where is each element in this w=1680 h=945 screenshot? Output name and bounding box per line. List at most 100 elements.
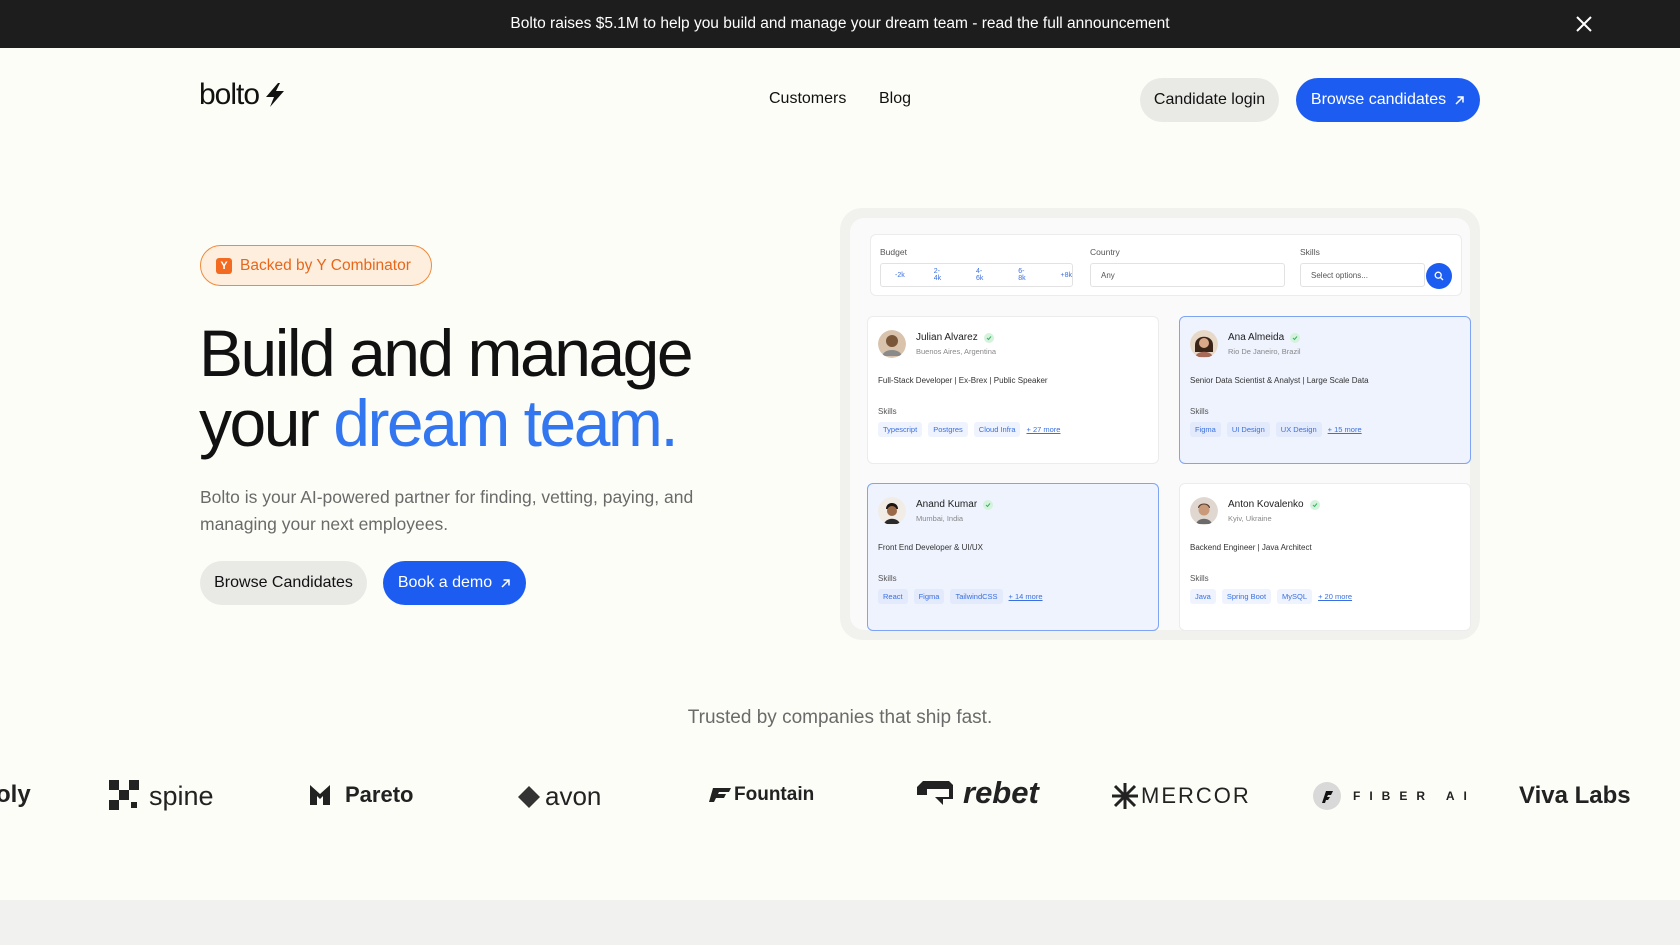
more-skills-link[interactable]: + 14 more [1009, 592, 1043, 601]
customer-logo-name: avon [545, 781, 602, 811]
candidate-name-row: Julian Alvarez [916, 332, 994, 343]
budget-option[interactable]: 2-4k [934, 268, 947, 282]
mockup-panel: Budget -2k 2-4k 4-6k 6-8k +8k Country An… [850, 218, 1471, 631]
customer-logo-oly: oly [0, 781, 31, 809]
candidate-name-row: Anand Kumar [916, 499, 994, 510]
hero-heading: Build and manage your dream team. [199, 316, 694, 458]
customer-logo-avon: avon [517, 781, 601, 812]
more-skills-link[interactable]: + 20 more [1318, 592, 1352, 601]
skill-tags: Java Spring Boot MySQL + 20 more [1190, 589, 1352, 604]
announcement-text[interactable]: Bolto raises $5.1M to help you build and… [510, 15, 1169, 33]
hero-heading-line1: Build and manage [199, 316, 694, 390]
customer-logo-viva-labs: Viva Labs [1519, 782, 1631, 810]
yc-badge[interactable]: Y Backed by Y Combinator [200, 245, 432, 286]
avon-logo-icon [518, 785, 540, 808]
customer-logo-fiber-ai: FIBER AI [1313, 782, 1476, 810]
customer-logo-fountain: Fountain [709, 784, 814, 806]
hero-heading-accent: dream team. [333, 386, 678, 460]
candidate-card[interactable]: Anton Kovalenko Kyiv, Ukraine Backend En… [1179, 483, 1471, 631]
budget-option[interactable]: 4-6k [976, 268, 989, 282]
candidate-name: Julian Alvarez [916, 332, 978, 343]
candidate-location: Rio De Janeiro, Brazil [1228, 347, 1301, 356]
search-button[interactable] [1426, 263, 1452, 289]
candidate-role: Senior Data Scientist & Analyst | Large … [1190, 376, 1369, 385]
customer-logo-mercor: MERCOR [1111, 782, 1251, 810]
candidate-name-row: Ana Almeida [1228, 332, 1301, 343]
skills-label: Skills [1190, 407, 1209, 416]
skill-tag: Postgres [928, 422, 968, 437]
verified-check-icon [983, 499, 994, 510]
customer-logo-name: Viva Labs [1519, 782, 1631, 809]
fountain-logo-icon [709, 788, 731, 802]
budget-option[interactable]: +8k [1061, 272, 1072, 279]
logo-wordmark: bolto [199, 78, 260, 111]
budget-option[interactable]: -2k [895, 272, 905, 279]
customer-logo-name: MERCOR [1141, 783, 1251, 808]
nav-blog[interactable]: Blog [879, 90, 911, 108]
candidate-name: Ana Almeida [1228, 332, 1285, 343]
candidate-role: Backend Engineer | Java Architect [1190, 543, 1312, 552]
customer-logo-name: FIBER AI [1353, 789, 1476, 803]
skills-select[interactable]: Select options... [1300, 263, 1425, 287]
skill-tag: TailwindCSS [950, 589, 1003, 604]
candidate-name: Anand Kumar [916, 499, 978, 510]
candidate-role: Full-Stack Developer | Ex-Brex | Public … [878, 376, 1048, 385]
mercor-logo-icon [1112, 783, 1138, 809]
yc-badge-label: Backed by Y Combinator [240, 256, 411, 274]
skill-tag: Figma [1190, 422, 1221, 437]
nav-customers[interactable]: Customers [769, 90, 846, 108]
candidate-card[interactable]: Ana Almeida Rio De Janeiro, Brazil Senio… [1179, 316, 1471, 464]
search-icon [1434, 271, 1444, 281]
skill-tags: Typescript Postgres Cloud Infra + 27 mor… [878, 422, 1060, 437]
skills-placeholder: Select options... [1311, 270, 1368, 280]
budget-label: Budget [880, 247, 907, 257]
browse-candidates-hero-button[interactable]: Browse Candidates [200, 561, 367, 605]
customer-logo-name: rebet [963, 775, 1039, 810]
skills-label: Skills [878, 574, 897, 583]
avatar [1190, 497, 1218, 525]
customer-logo-rebet: rebet [913, 775, 1039, 811]
skills-label: Skills [878, 407, 897, 416]
close-icon[interactable] [1574, 14, 1594, 34]
rebet-logo-icon [917, 781, 953, 805]
book-demo-button[interactable]: Book a demo [383, 561, 526, 605]
budget-option[interactable]: 6-8k [1018, 268, 1031, 282]
skill-tag: Java [1190, 589, 1216, 604]
country-select[interactable]: Any [1090, 263, 1285, 287]
customer-logo-spine: spine [109, 780, 214, 812]
candidate-login-button[interactable]: Candidate login [1140, 78, 1279, 122]
candidate-name-row: Anton Kovalenko [1228, 499, 1320, 510]
skill-tag: Typescript [878, 422, 923, 437]
more-skills-link[interactable]: + 15 more [1328, 425, 1362, 434]
pareto-logo-icon [310, 785, 330, 805]
budget-selector[interactable]: -2k 2-4k 4-6k 6-8k +8k [880, 263, 1073, 287]
y-combinator-icon: Y [216, 257, 232, 274]
skill-tag: Figma [913, 589, 945, 604]
hero-heading-line2: your dream team. [199, 388, 691, 458]
skill-tags: Figma UI Design UX Design + 15 more [1190, 422, 1362, 437]
fiber-logo-icon [1313, 782, 1341, 810]
skill-tag: Spring Boot [1221, 589, 1272, 604]
customer-logo-pareto: Pareto [309, 782, 413, 808]
candidate-login-label: Candidate login [1153, 91, 1266, 108]
trusted-heading: Trusted by companies that ship fast. [687, 707, 993, 728]
candidate-location: Mumbai, India [916, 514, 964, 523]
candidate-card[interactable]: Julian Alvarez Buenos Aires, Argentina F… [867, 316, 1159, 464]
skill-tag: MySQL [1277, 589, 1313, 604]
customer-logo-name: Pareto [345, 782, 414, 807]
browse-candidates-hero-label: Browse Candidates [214, 574, 353, 591]
bolto-logo[interactable]: bolto [199, 78, 287, 112]
candidate-card[interactable]: Anand Kumar Mumbai, India Front End Deve… [867, 483, 1159, 631]
verified-check-icon [1309, 499, 1320, 510]
customer-logo-name: spine [149, 780, 214, 811]
skill-tag: UX Design [1275, 422, 1322, 437]
avatar [878, 330, 906, 358]
announcement-banner[interactable]: Bolto raises $5.1M to help you build and… [0, 0, 1680, 48]
browse-candidates-label: Browse candidates [1310, 91, 1447, 108]
skills-filter-label: Skills [1300, 247, 1320, 257]
more-skills-link[interactable]: + 27 more [1026, 425, 1060, 434]
customer-logo-name: oly [0, 781, 31, 808]
browse-candidates-header-button[interactable]: Browse candidates [1296, 78, 1480, 122]
skill-tags: React Figma TailwindCSS + 14 more [878, 589, 1043, 604]
country-value: Any [1101, 270, 1115, 280]
